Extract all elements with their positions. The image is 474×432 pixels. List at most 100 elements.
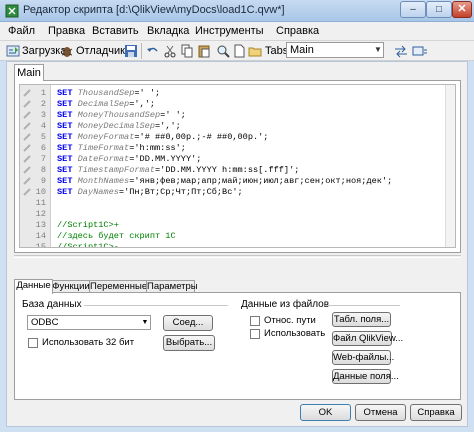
folder-icon	[248, 47, 262, 57]
line-number: 7	[40, 154, 46, 164]
variable-name: MonthNames	[77, 176, 130, 186]
value-text: =',';	[155, 121, 181, 131]
database-select[interactable]: ODBC	[27, 315, 151, 330]
undo-icon	[147, 47, 158, 52]
close-button[interactable]: ✕	[452, 1, 472, 18]
line-number: 1	[40, 88, 46, 98]
scissors-icon	[164, 45, 176, 58]
code-line[interactable]: 12	[20, 209, 450, 220]
find-button[interactable]	[216, 43, 230, 59]
ok-button[interactable]: OK	[300, 404, 351, 421]
menu-file[interactable]: Файл	[8, 25, 35, 37]
keyword: SET	[57, 154, 78, 164]
variable-name: DecimalSep	[77, 99, 130, 109]
code-line[interactable]: 5 SET MoneyFormat='# ##0,00р.;-# ##0,00р.…	[20, 132, 450, 143]
line-number: 15	[35, 242, 46, 248]
use-ftp-label: Использовать	[264, 328, 326, 339]
connect-button[interactable]: Соед...	[163, 315, 213, 331]
tab-data[interactable]: Данные	[14, 279, 53, 294]
code-line[interactable]: 8 SET TimestampFormat='DD.MM.YYYY h:mm:ss…	[20, 165, 450, 176]
search-icon	[217, 45, 230, 58]
code-text: SET DateFormat='DD.MM.YYYY';	[57, 154, 201, 165]
editor-scrollbar[interactable]	[445, 85, 455, 247]
cancel-button[interactable]: Отмена	[355, 404, 406, 421]
code-line[interactable]: 6 SET TimeFormat='h:mm:ss';	[20, 143, 450, 154]
field-data-button[interactable]: Данные поля...	[332, 369, 399, 384]
code-line[interactable]: 4 SET MoneyDecimalSep=',';	[20, 121, 450, 132]
code-text: SET MoneyThousandSep=' ';	[57, 110, 186, 121]
line-number: 2	[40, 99, 46, 109]
variable-name: DateFormat	[77, 154, 130, 164]
line-number: 11	[35, 198, 46, 208]
code-line[interactable]: 7 SET DateFormat='DD.MM.YYYY';	[20, 154, 450, 165]
menu-tools[interactable]: Инструменты	[195, 25, 264, 37]
value-text: ='DD.MM.YYYY';	[129, 154, 202, 164]
load-button[interactable]: Загрузка	[6, 43, 66, 59]
code-line[interactable]: 13 //Script1C>+	[20, 220, 450, 231]
tab-list-icon	[412, 46, 427, 56]
code-line[interactable]: 1 SET ThousandSep=' ';	[20, 88, 450, 99]
save-toolbar-button[interactable]	[124, 43, 138, 59]
variable-name: MoneyDecimalSep	[77, 121, 155, 131]
line-number: 6	[40, 143, 46, 153]
line-number: 12	[35, 209, 46, 219]
copy-button[interactable]	[180, 43, 194, 59]
undo-button[interactable]	[146, 43, 160, 59]
line-number: 13	[35, 220, 46, 230]
variable-name: MoneyThousandSep	[77, 110, 161, 120]
app-icon	[5, 4, 19, 18]
maximize-button[interactable]: □	[426, 1, 452, 18]
relative-paths-checkbox[interactable]	[250, 316, 260, 326]
code-line[interactable]: 10 SET DayNames='Пн;Вт;Ср;Чт;Пт;Сб;Вс';	[20, 187, 450, 198]
value-text: =' ';	[160, 110, 186, 120]
menu-insert[interactable]: Вставить	[92, 25, 139, 37]
tab-list-button[interactable]	[412, 43, 428, 59]
keyword: SET	[57, 132, 78, 142]
keyword: SET	[57, 99, 78, 109]
code-line[interactable]: 2 SET DecimalSep=',';	[20, 99, 450, 110]
group-divider	[84, 305, 228, 306]
debug-button[interactable]: Отладчик	[60, 43, 125, 59]
new-tab-button[interactable]	[232, 43, 246, 59]
tab-main[interactable]: Main	[14, 64, 44, 81]
use-32bit-checkbox[interactable]	[28, 338, 38, 348]
code-line[interactable]: 14 //здесь будет скрипт 1С	[20, 231, 450, 242]
code-line[interactable]: 9 SET MonthNames='янв;фев;мар;апр;май;июн…	[20, 176, 450, 187]
open-button[interactable]	[248, 43, 262, 59]
chevron-down-icon[interactable]: ▼	[373, 43, 383, 57]
code-line[interactable]: 11	[20, 198, 450, 209]
help-button[interactable]: Справка	[410, 404, 462, 421]
debug-icon	[61, 47, 73, 57]
panel-splitter[interactable]	[14, 255, 461, 258]
variable-name: TimestampFormat	[77, 165, 155, 175]
tab-selector[interactable]: Main	[286, 42, 384, 58]
line-number: 10	[35, 187, 46, 197]
toolbar: Загрузка Отладчик Tabs Main ▼	[0, 41, 474, 61]
use-ftp-checkbox[interactable]	[250, 329, 260, 339]
keyword: SET	[57, 187, 78, 197]
code-line[interactable]: 15 //Script1C>-	[20, 242, 450, 248]
debug-label: Отладчик	[76, 45, 125, 57]
menu-tab[interactable]: Вкладка	[147, 25, 189, 37]
chevron-down-icon[interactable]: ▼	[140, 316, 150, 329]
value-text: ='DD.MM.YYYY h:mm:ss[.fff]';	[155, 165, 300, 175]
table-files-button[interactable]: Табл. поля...	[332, 312, 391, 327]
minimize-button[interactable]: –	[400, 1, 426, 18]
line-number: 4	[40, 121, 46, 131]
insert-tab-button[interactable]	[393, 43, 409, 59]
copy-icon	[181, 44, 193, 58]
qlikview-file-button[interactable]: Файл QlikView...	[332, 331, 403, 346]
script-editor[interactable]: 1 SET ThousandSep=' '; 2 SET DecimalSep=','…	[19, 84, 456, 248]
title-bar[interactable]: Редактор скрипта [d:\QlikView\myDocs\loa…	[0, 0, 474, 22]
select-button[interactable]: Выбрать...	[163, 335, 215, 351]
menu-help[interactable]: Справка	[276, 25, 319, 37]
keyword: SET	[57, 121, 78, 131]
menu-edit[interactable]: Правка	[48, 25, 85, 37]
cut-button[interactable]	[163, 43, 177, 59]
web-files-button[interactable]: Web-файлы...	[332, 350, 394, 365]
value-text: =',';	[129, 99, 156, 109]
code-text: SET MoneyDecimalSep=',';	[57, 121, 181, 132]
code-text: SET TimestampFormat='DD.MM.YYYY h:mm:ss[…	[57, 165, 299, 176]
paste-button[interactable]	[197, 43, 211, 59]
code-line[interactable]: 3 SET MoneyThousandSep=' ';	[20, 110, 450, 121]
